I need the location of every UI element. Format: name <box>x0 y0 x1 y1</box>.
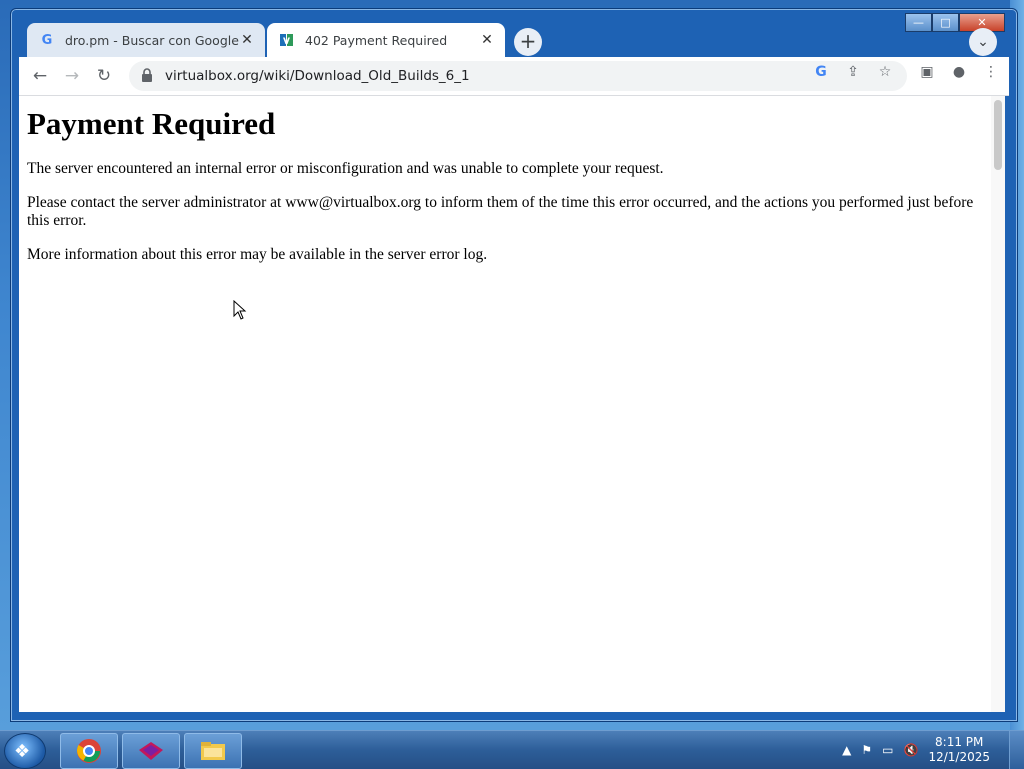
file-explorer-icon <box>201 742 225 760</box>
close-tab-icon[interactable]: ✕ <box>479 32 495 48</box>
profile-avatar-icon[interactable]: ● <box>947 61 971 83</box>
url-text: virtualbox.org/wiki/Download_Old_Builds_… <box>165 68 470 84</box>
chrome-icon <box>77 739 101 763</box>
back-arrow-icon[interactable]: ← <box>27 63 53 89</box>
clock-time: 8:11 PM <box>935 735 984 749</box>
scrollbar-thumb[interactable] <box>994 100 1002 170</box>
reload-icon[interactable]: ↻ <box>91 63 117 89</box>
system-tray: ▲ ⚑ ▭ 🔇 8:11 PM 12/1/2025 <box>842 734 990 766</box>
browser-toolbar: ← → ↻ virtualbox.org/wiki/Download_Old_B… <box>19 57 1009 96</box>
svg-text:V: V <box>283 37 290 47</box>
browser-window: — □ ✕ G dro.pm - Buscar con Google ✕ V 4… <box>10 8 1018 722</box>
app-icon <box>139 742 163 760</box>
page-content: Payment Required The server encountered … <box>19 96 1005 712</box>
address-bar[interactable]: virtualbox.org/wiki/Download_Old_Builds_… <box>129 61 907 91</box>
google-lens-icon[interactable]: G <box>809 61 833 83</box>
error-paragraph: The server encountered an internal error… <box>27 160 664 177</box>
windows-logo-icon: ❖ <box>14 741 31 762</box>
taskbar: ❖ ▲ ⚑ ▭ 🔇 8:11 PM 12/1/2025 <box>0 730 1024 769</box>
action-center-flag-icon[interactable]: ⚑ <box>861 743 872 757</box>
tab-title: dro.pm - Buscar con Google <box>65 32 239 48</box>
volume-muted-icon[interactable]: 🔇 <box>904 743 919 757</box>
side-panel-icon[interactable]: ▣ <box>915 61 939 83</box>
info-paragraph: More information about this error may be… <box>27 246 488 263</box>
close-tab-icon[interactable]: ✕ <box>239 32 255 48</box>
new-tab-button[interactable]: + <box>514 28 542 56</box>
tab-google-search[interactable]: G dro.pm - Buscar con Google ✕ <box>27 23 265 57</box>
file-explorer-taskbar-button[interactable] <box>184 733 242 769</box>
toolbar-actions: G ⇪ ☆ ▣ ● ⋮ <box>809 61 1003 83</box>
chrome-taskbar-button[interactable] <box>60 733 118 769</box>
virtualbox-icon: V <box>279 32 295 48</box>
lock-icon <box>141 68 155 84</box>
google-g-icon: G <box>41 32 53 48</box>
forward-arrow-icon[interactable]: → <box>59 63 85 89</box>
app-taskbar-button[interactable] <box>122 733 180 769</box>
menu-kebab-icon[interactable]: ⋮ <box>979 61 1003 83</box>
tab-payment-required[interactable]: V 402 Payment Required ✕ <box>267 23 505 57</box>
clock-date: 12/1/2025 <box>928 750 990 764</box>
page-heading: Payment Required <box>27 106 276 141</box>
show-desktop-button[interactable] <box>1009 731 1024 769</box>
network-icon[interactable]: ▭ <box>882 743 893 757</box>
vertical-scrollbar[interactable] <box>991 96 1005 712</box>
bookmark-star-icon[interactable]: ☆ <box>873 61 897 83</box>
start-button[interactable]: ❖ <box>4 733 46 769</box>
contact-paragraph: Please contact the server administrator … <box>27 194 974 229</box>
clock[interactable]: 8:11 PM 12/1/2025 <box>928 735 990 765</box>
tab-title: 402 Payment Required <box>305 32 448 48</box>
show-hidden-icons-icon[interactable]: ▲ <box>842 743 851 757</box>
share-icon[interactable]: ⇪ <box>841 61 865 83</box>
tab-strip: G dro.pm - Buscar con Google ✕ V 402 Pay… <box>19 21 1009 57</box>
tab-search-chevron-icon[interactable]: ⌄ <box>969 28 997 56</box>
